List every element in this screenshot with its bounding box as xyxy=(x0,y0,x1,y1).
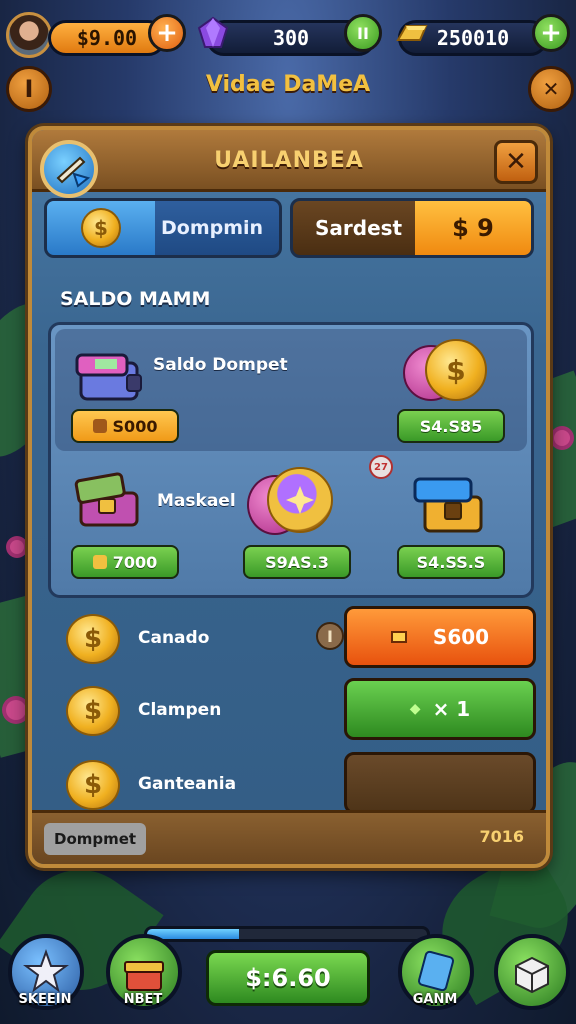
nav-skeein-label: SKEEIN xyxy=(18,992,72,1007)
list-row-clampen: $ Clampen ◆ × 1 xyxy=(66,678,536,744)
nav-nbet-label: NBET xyxy=(123,992,163,1007)
scene-close-button[interactable]: ✕ xyxy=(528,66,574,112)
item-blue-chest-price[interactable]: S4.SS.S xyxy=(397,545,505,579)
tab-dompmin-label: Dompmin xyxy=(161,217,264,239)
leaf-icon: ◆ xyxy=(409,701,421,717)
box-icon xyxy=(515,956,549,994)
scene-title: Vidae DaMeA xyxy=(205,72,371,97)
row-canado-label: Canado xyxy=(138,628,210,648)
tab-sardest-price: $ 9 xyxy=(415,201,531,255)
panel-close-button[interactable]: ✕ xyxy=(494,140,538,184)
add-coins-button[interactable]: + xyxy=(148,14,186,52)
buy-ganteania-button[interactable] xyxy=(344,752,536,814)
xp-progress-bar xyxy=(144,926,430,942)
coin-icon: $ xyxy=(66,686,120,736)
gold-bar-icon xyxy=(390,631,407,643)
buy-clampen-button[interactable]: ◆ × 1 xyxy=(344,678,536,740)
notification-badge: 27 xyxy=(369,455,393,479)
gold-value: 250010 xyxy=(436,26,510,50)
panel-badge-icon xyxy=(40,140,98,198)
gem-icon xyxy=(197,16,229,48)
flame-icon xyxy=(92,419,107,433)
top-resource-bar: $9.00 + 300 II 250010 + xyxy=(0,8,576,64)
coins-value: $9.00 xyxy=(76,26,138,50)
nav-ganm-label: GANM xyxy=(412,992,458,1007)
panel-header: UAILANBEA ✕ xyxy=(32,130,546,192)
gift-box-icon xyxy=(124,961,164,991)
info-icon[interactable]: I xyxy=(316,622,344,650)
shop-panel: UAILANBEA ✕ $ Dompmin Sardest $ 9 SALDO … xyxy=(28,126,550,868)
add-gems-button[interactable]: II xyxy=(344,14,382,52)
box-icon xyxy=(92,555,107,569)
coin-icon: $ xyxy=(81,208,121,248)
section-label: SALDO MAMM xyxy=(60,288,211,310)
wallet-chest-icon xyxy=(75,353,142,401)
footer-dompmet-button[interactable]: Dompmet xyxy=(44,823,147,855)
close-icon: ✕ xyxy=(505,147,527,177)
item-saldo-dompet-price[interactable]: S000 xyxy=(71,409,179,443)
item-maskael-name: Maskael xyxy=(157,491,236,511)
add-gold-button[interactable]: + xyxy=(532,14,570,52)
tab-sardest[interactable]: Sardest $ 9 xyxy=(290,198,534,258)
row-ganteania-label: Ganteania xyxy=(138,774,237,794)
row-clampen-label: Clampen xyxy=(138,700,222,720)
tab-dompmin[interactable]: $ Dompmin xyxy=(44,198,282,258)
card-icon xyxy=(417,950,455,992)
buy-canado-button[interactable]: S600 xyxy=(344,606,536,668)
list-row-canado: $ Canado I S600 xyxy=(66,606,536,672)
footer-count: 7016 xyxy=(479,827,524,846)
item-saldo-dompet-name: Saldo Dompet xyxy=(153,355,288,375)
items-grid: Saldo Dompet S000 $ S4.S85 27 Maskael 70… xyxy=(48,322,534,598)
nav-inventory-button[interactable] xyxy=(494,934,570,1010)
list-row-ganteania: $ Ganteania xyxy=(66,752,536,818)
magic-coin-icon xyxy=(267,467,333,533)
blue-chest-icon xyxy=(413,477,483,533)
panel-title: UAILANBEA xyxy=(214,148,364,173)
coin-icon: $ xyxy=(66,760,120,810)
coin-icon: $ xyxy=(66,614,120,664)
player-avatar[interactable] xyxy=(6,12,52,58)
gold-bar-icon xyxy=(396,25,428,41)
item-coin-stack-price[interactable]: S4.S85 xyxy=(397,409,505,443)
panel-footer: Dompmet 7016 xyxy=(32,810,546,864)
cash-chest-icon xyxy=(74,472,139,527)
item-magic-coin-price[interactable]: S9AS.3 xyxy=(243,545,351,579)
tab-sardest-label: Sardest xyxy=(315,216,403,240)
info-button[interactable]: I xyxy=(6,66,52,112)
item-maskael-price[interactable]: 7000 xyxy=(71,545,179,579)
star-icon xyxy=(23,949,69,993)
gems-value: 300 xyxy=(272,26,310,50)
balance-button[interactable]: $:6.60 xyxy=(206,950,370,1006)
gold-coin-icon: $ xyxy=(425,339,487,401)
